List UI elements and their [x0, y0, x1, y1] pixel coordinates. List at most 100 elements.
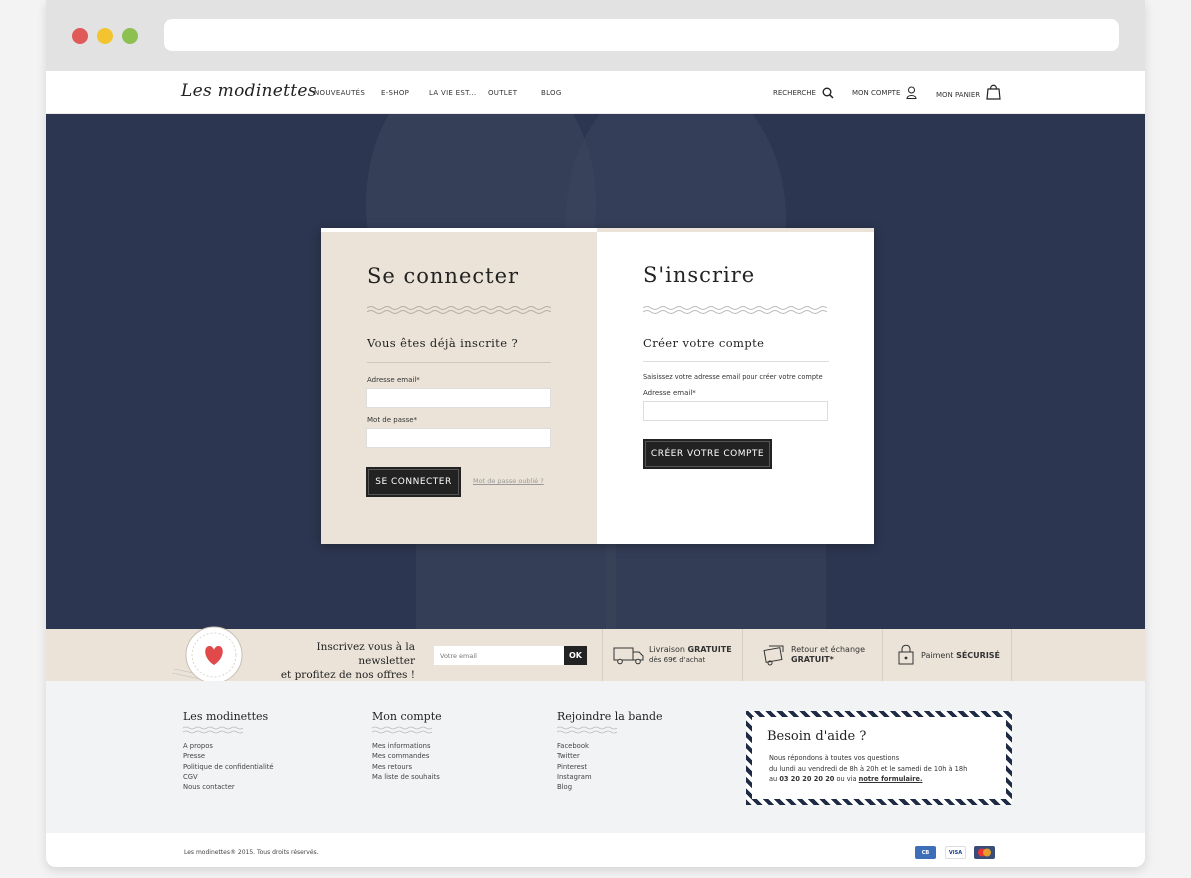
- nav-link-blog[interactable]: BLOG: [541, 89, 562, 97]
- divider: [1011, 629, 1012, 681]
- wave-divider-icon: [372, 726, 432, 734]
- footer-link-souhaits[interactable]: Ma liste de souhaits: [372, 772, 440, 782]
- wave-divider-icon: [643, 306, 827, 314]
- delivery-truck-icon: [613, 647, 644, 665]
- help-line-2: du lundi au vendredi de 8h à 20h et le s…: [769, 764, 968, 773]
- create-account-button[interactable]: CRÉER VOTRE COMPTE: [643, 439, 772, 469]
- footer-link-pinterest[interactable]: Pinterest: [557, 762, 592, 772]
- help-box-inner: Besoin d'aide ? Nous répondons à toutes …: [752, 717, 1006, 799]
- auth-panel: Se connecter Vous êtes déjà inscrite ? A…: [321, 228, 874, 544]
- newsletter-line-1: Inscrivez vous à la newsletter: [316, 641, 415, 667]
- footer-link-contact[interactable]: Nous contacter: [183, 782, 274, 792]
- footer-link-presse[interactable]: Presse: [183, 751, 274, 761]
- newsletter-ok-button[interactable]: OK: [564, 646, 587, 665]
- maximize-dot-icon[interactable]: [122, 28, 138, 44]
- divider: [602, 629, 603, 681]
- newsletter-text: Inscrivez vous à la newsletter et profit…: [259, 640, 415, 682]
- register-subtitle: Créer votre compte: [643, 336, 765, 350]
- newsletter-email-input[interactable]: [434, 646, 564, 665]
- footer-link-facebook[interactable]: Facebook: [557, 741, 592, 751]
- minimize-dot-icon[interactable]: [97, 28, 113, 44]
- mastercard-icon: [974, 846, 995, 859]
- help-form-link[interactable]: notre formulaire.: [859, 775, 923, 783]
- footer-col-title-social: Rejoindre la bande: [557, 710, 663, 723]
- register-section: S'inscrire Créer votre compte Saisissez …: [597, 228, 874, 544]
- help-text: Nous répondons à toutes vos questions du…: [769, 753, 1009, 785]
- help-line-3-mid: ou via: [834, 775, 859, 783]
- footer-links-brand: A propos Presse Politique de confidentia…: [183, 741, 274, 792]
- feature-returns-text: Retour et échange: [791, 645, 866, 654]
- feature-delivery-text: Livraison: [649, 645, 688, 654]
- login-button[interactable]: SE CONNECTER: [366, 467, 461, 497]
- login-password-label: Mot de passe*: [367, 416, 418, 424]
- visa-card-icon: VISA: [945, 846, 966, 859]
- address-bar[interactable]: [164, 19, 1119, 51]
- nav-link-outlet[interactable]: OUTLET: [488, 89, 517, 97]
- footer-bottom-bar: Les modinettes® 2015. Tous droits réserv…: [46, 833, 1145, 867]
- shopping-bag-icon: [986, 84, 1001, 100]
- login-title: Se connecter: [367, 264, 520, 288]
- forgot-password-link[interactable]: Mot de passe oublié ?: [473, 477, 544, 485]
- footer-links-account: Mes informations Mes commandes Mes retou…: [372, 741, 440, 782]
- copyright: Les modinettes® 2015. Tous droits réserv…: [184, 849, 319, 856]
- divider: [882, 629, 883, 681]
- wave-divider-icon: [557, 726, 617, 734]
- register-title: S'inscrire: [643, 263, 756, 287]
- browser-window: Les modinettes NOUVEAUTÉS E-SHOP LA VIE …: [46, 0, 1145, 867]
- close-dot-icon[interactable]: [72, 28, 88, 44]
- help-box: Besoin d'aide ? Nous répondons à toutes …: [746, 711, 1012, 805]
- feature-delivery-sub: dès 69€ d'achat: [649, 656, 706, 664]
- footer-link-privacy[interactable]: Politique de confidentialité: [183, 762, 274, 772]
- login-password-input[interactable]: [366, 428, 551, 448]
- padlock-icon: [898, 644, 914, 665]
- footer-col-title-brand: Les modinettes: [183, 710, 269, 723]
- cb-card-icon: CB: [915, 846, 936, 859]
- feature-payment-text: Paiment: [921, 651, 957, 660]
- register-email-input[interactable]: [643, 401, 828, 421]
- feature-payment: Paiment SÉCURISÉ: [921, 651, 1000, 661]
- cart-link[interactable]: MON PANIER: [936, 83, 1001, 100]
- login-email-input[interactable]: [366, 388, 551, 408]
- nav-link-eshop[interactable]: E-SHOP: [381, 89, 409, 97]
- footer-link-retours[interactable]: Mes retours: [372, 762, 440, 772]
- browser-chrome: [46, 0, 1145, 71]
- footer-link-blog[interactable]: Blog: [557, 782, 592, 792]
- site-logo[interactable]: Les modinettes: [181, 81, 317, 101]
- account-link[interactable]: MON COMPTE: [852, 86, 917, 99]
- help-line-3-prefix: au: [769, 775, 780, 783]
- return-exchange-icon: [763, 645, 784, 666]
- footer-link-twitter[interactable]: Twitter: [557, 751, 592, 761]
- register-hint: Saisissez votre adresse email pour créer…: [643, 373, 823, 381]
- search-link[interactable]: RECHERCHE: [773, 87, 834, 99]
- footer-link-commandes[interactable]: Mes commandes: [372, 751, 440, 761]
- login-rule: [367, 362, 551, 363]
- footer-link-informations[interactable]: Mes informations: [372, 741, 440, 751]
- feature-returns: Retour et échange GRATUIT*: [791, 645, 865, 665]
- nav-link-nouveautes[interactable]: NOUVEAUTÉS: [314, 89, 365, 97]
- top-navigation: Les modinettes NOUVEAUTÉS E-SHOP LA VIE …: [46, 71, 1145, 114]
- footer: Les modinettes A propos Presse Politique…: [46, 681, 1145, 833]
- help-line-1: Nous répondons à toutes vos questions: [769, 754, 900, 762]
- newsletter-line-2: et profitez de nos offres !: [280, 669, 415, 681]
- login-email-label: Adresse email*: [367, 376, 420, 384]
- login-subtitle: Vous êtes déjà inscrite ?: [367, 336, 519, 350]
- footer-link-cgv[interactable]: CGV: [183, 772, 274, 782]
- user-icon: [906, 86, 917, 99]
- wave-divider-icon: [367, 306, 551, 314]
- help-phone: 03 20 20 20 20: [779, 775, 835, 783]
- footer-link-instagram[interactable]: Instagram: [557, 772, 592, 782]
- feature-returns-bold: GRATUIT*: [791, 655, 834, 664]
- hero-background: Se connecter Vous êtes déjà inscrite ? A…: [46, 114, 1145, 629]
- login-section: Se connecter Vous êtes déjà inscrite ? A…: [321, 228, 597, 544]
- feature-delivery: Livraison GRATUITE dès 69€ d'achat: [649, 645, 732, 665]
- divider: [742, 629, 743, 681]
- footer-link-a-propos[interactable]: A propos: [183, 741, 274, 751]
- search-icon: [822, 87, 834, 99]
- account-label: MON COMPTE: [852, 88, 901, 97]
- help-title: Besoin d'aide ?: [767, 729, 867, 744]
- register-rule: [643, 361, 829, 362]
- footer-links-social: Facebook Twitter Pinterest Instagram Blo…: [557, 741, 592, 792]
- footer-col-title-account: Mon compte: [372, 710, 442, 723]
- nav-link-la-vie-est[interactable]: LA VIE EST...: [429, 89, 476, 97]
- search-label: RECHERCHE: [773, 89, 816, 97]
